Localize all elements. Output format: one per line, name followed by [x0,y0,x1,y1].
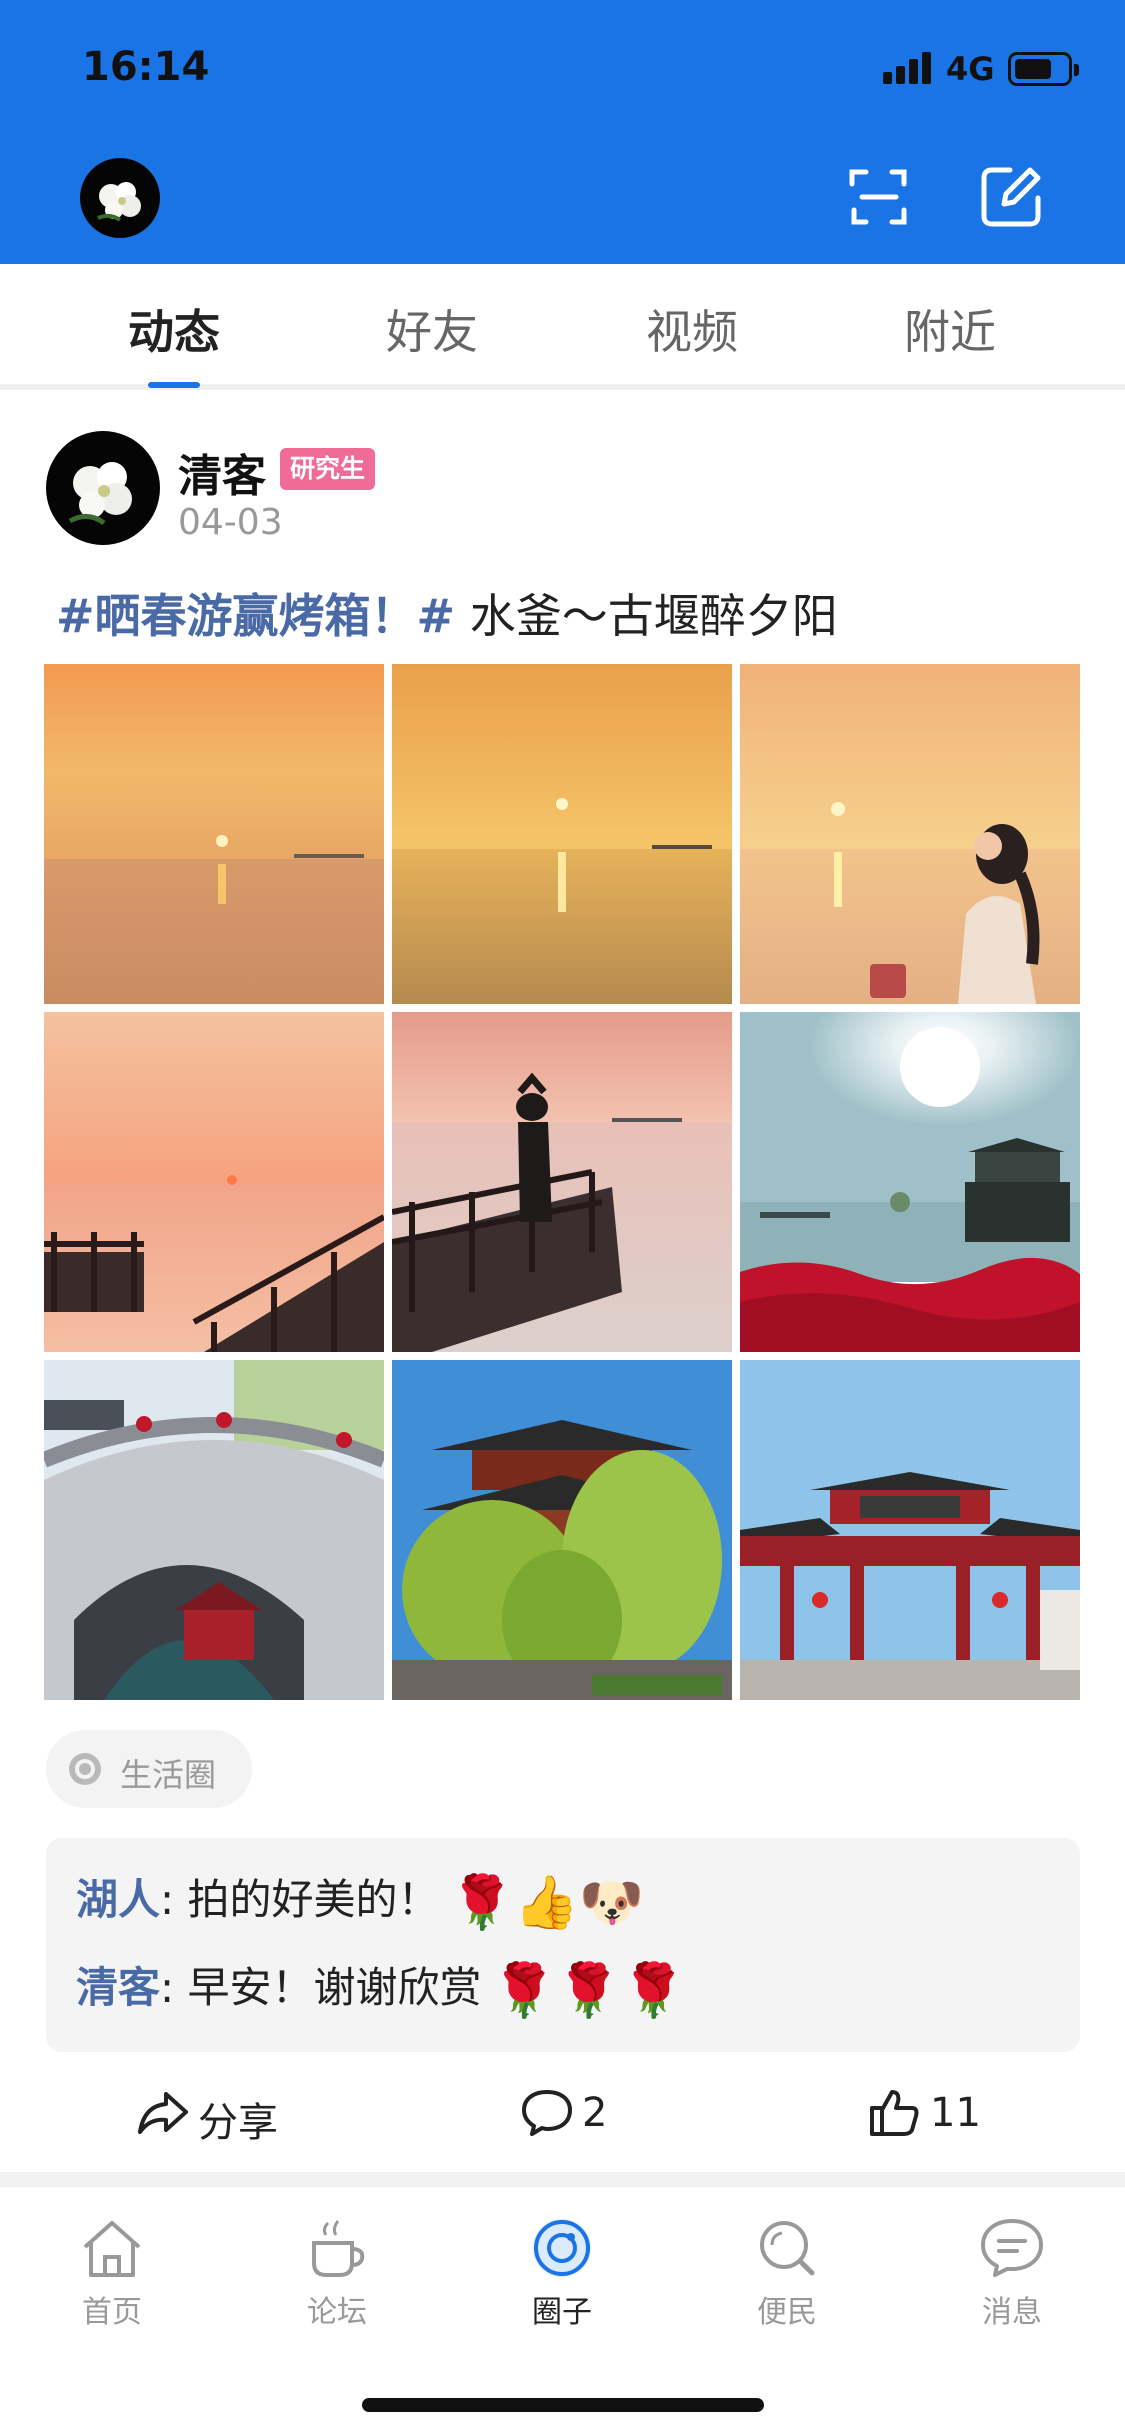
author-avatar[interactable] [46,431,160,545]
nav-messages-label: 消息 [982,2295,1042,2330]
photo-sunset-lake-1[interactable] [44,664,384,1004]
circle-icon [533,2219,591,2277]
comment-user[interactable]: 清客 [76,1963,160,2012]
nav-forum-label: 论坛 [307,2295,367,2330]
comment-count: 2 [582,2090,608,2136]
signal-icon [883,52,935,84]
comment-text: : 早安！谢谢欣赏 [160,1963,482,2012]
post-body: 水釜～古堰醉夕阳 [455,589,838,643]
nav-circle[interactable]: 圈子 [487,2215,637,2331]
like-button[interactable]: 11 [868,2082,988,2152]
coffee-icon [312,2220,365,2277]
edit-icon[interactable] [978,164,1044,230]
nav-services-label: 便民 [757,2295,817,2330]
tab-nearby[interactable]: 附近 [850,296,1050,362]
photo-pavilion-willows[interactable] [392,1360,732,1700]
message-icon [981,2219,1043,2277]
comment-text: : 拍的好美的！ [160,1875,440,1924]
nav-home-label: 首页 [82,2295,142,2330]
tab-friends[interactable]: 好友 [332,296,532,362]
active-tab-indicator [148,382,200,388]
author-badge: 研究生 [280,448,376,490]
photo-pier-silhouette[interactable] [392,1012,732,1352]
photo-sunset-pier[interactable] [44,1012,384,1352]
life-circle-chip[interactable]: 生活圈 [46,1730,252,1808]
comment-user[interactable]: 湖人 [76,1875,160,1924]
nav-home[interactable]: 首页 [37,2215,187,2331]
comment-button[interactable]: 2 [520,2082,640,2152]
like-count: 11 [930,2090,981,2136]
network-type: 4G [946,50,995,88]
battery-icon [1008,52,1079,86]
post-date: 04-03 [178,502,283,543]
thumbs-up-icon [870,2090,919,2136]
share-icon [138,2092,188,2134]
comment-icon [522,2090,572,2136]
nav-forum[interactable]: 论坛 [262,2215,412,2331]
comment-box: 湖人: 拍的好美的！ 🌹👍🐶 清客: 早安！谢谢欣赏 🌹🌹🌹 [46,1838,1080,2052]
circle-label: 生活圈 [120,1756,217,1794]
scan-icon[interactable] [846,164,912,230]
share-label: 分享 [198,2100,278,2146]
share-button[interactable]: 分享 [136,2082,296,2152]
photo-stone-arch-bridge[interactable] [44,1360,384,1700]
nav-services[interactable]: 便民 [712,2215,862,2331]
photo-sunset-lake-girl[interactable] [740,664,1080,1004]
emoji-icons: 🌹🌹🌹 [491,1961,686,2021]
post-hashtag[interactable]: #晒春游赢烤箱！# [56,589,455,643]
author-name[interactable]: 清客 [178,440,266,504]
nav-circle-label: 圈子 [532,2295,592,2330]
search-icon [760,2221,815,2276]
app-header: 16:14 4G [0,0,1125,264]
user-avatar[interactable] [80,158,160,238]
photo-red-memorial-gate[interactable] [740,1360,1080,1700]
photo-sunny-lake-red-flowers[interactable] [740,1012,1080,1352]
section-divider [0,2172,1125,2186]
home-icon [83,2221,141,2277]
photo-sunset-lake-2[interactable] [392,664,732,1004]
comment-item[interactable]: 湖人: 拍的好美的！ 🌹👍🐶 [76,1866,644,1933]
tab-dynamic[interactable]: 动态 [74,296,274,362]
comment-item[interactable]: 清客: 早安！谢谢欣赏 🌹🌹🌹 [76,1954,686,2021]
feed-tabs: 动态 好友 视频 附近 [0,264,1125,390]
circle-target-icon [69,1753,101,1785]
status-time: 16:14 [82,44,210,90]
home-indicator [362,2398,764,2412]
emoji-icons: 🌹👍🐶 [449,1873,644,1933]
post-text: #晒春游赢烤箱！# 水釜～古堰醉夕阳 [56,580,838,646]
tab-video[interactable]: 视频 [592,296,792,362]
nav-messages[interactable]: 消息 [937,2215,1087,2331]
